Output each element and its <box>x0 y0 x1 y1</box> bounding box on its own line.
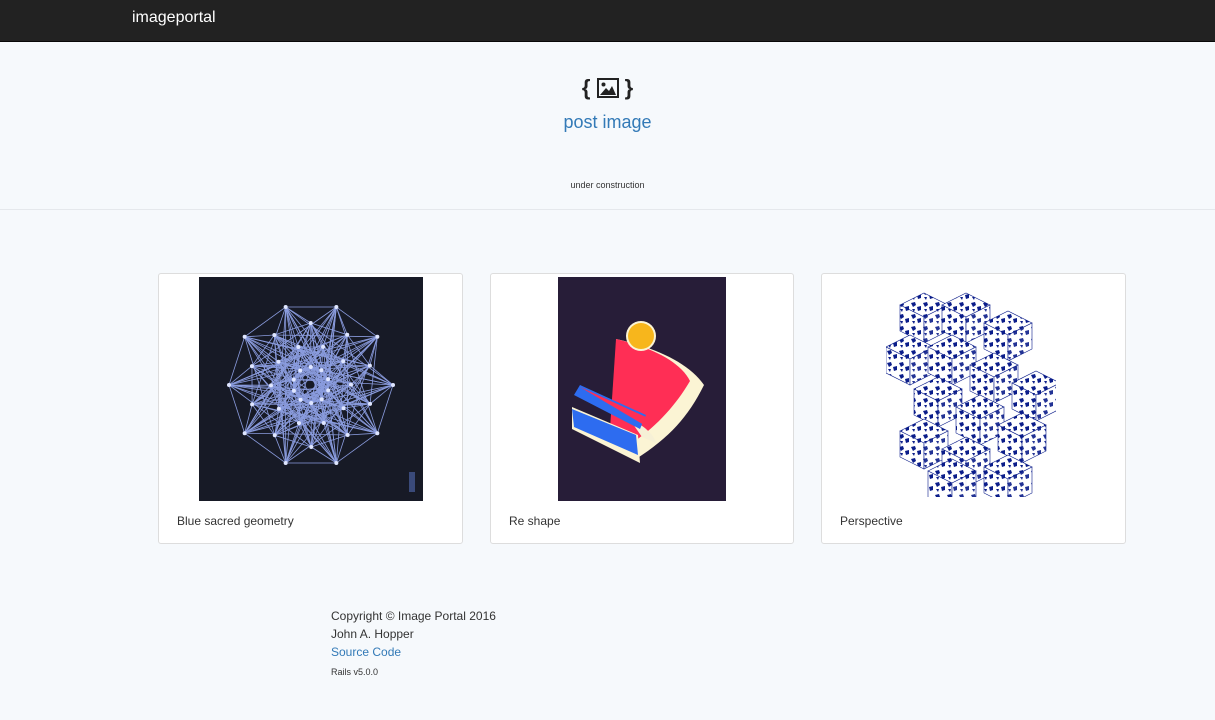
version-text: Rails v5.0.0 <box>331 667 379 677</box>
brace-close: } <box>624 75 634 100</box>
copyright-text: Copyright © Image Portal 2016 <box>331 609 496 623</box>
image-card[interactable]: Perspective <box>821 273 1126 544</box>
hero-icon-group: { } <box>0 74 1215 102</box>
image-card[interactable]: Blue sacred geometry <box>158 273 463 544</box>
top-navbar: imageportal <box>0 0 1215 42</box>
card-caption: Blue sacred geometry <box>177 514 294 528</box>
reshape-image[interactable] <box>558 277 726 501</box>
image-card[interactable]: Re shape <box>490 273 794 544</box>
footer: Copyright © Image Portal 2016 John A. Ho… <box>331 607 496 681</box>
brace-open: { <box>581 75 591 100</box>
picture-icon <box>596 75 625 100</box>
hero-section: { } post image under construction <box>0 42 1215 210</box>
card-caption: Perspective <box>840 514 903 528</box>
brand-link[interactable]: imageportal <box>132 9 216 27</box>
author-text: John A. Hopper <box>331 627 414 641</box>
perspective-cubes-image[interactable] <box>886 277 1056 497</box>
sacred-geometry-image[interactable] <box>199 277 423 501</box>
status-text: under construction <box>570 180 645 190</box>
card-caption: Re shape <box>509 514 561 528</box>
source-code-link[interactable]: Source Code <box>331 645 401 659</box>
post-image-link[interactable]: post image <box>0 112 1215 133</box>
